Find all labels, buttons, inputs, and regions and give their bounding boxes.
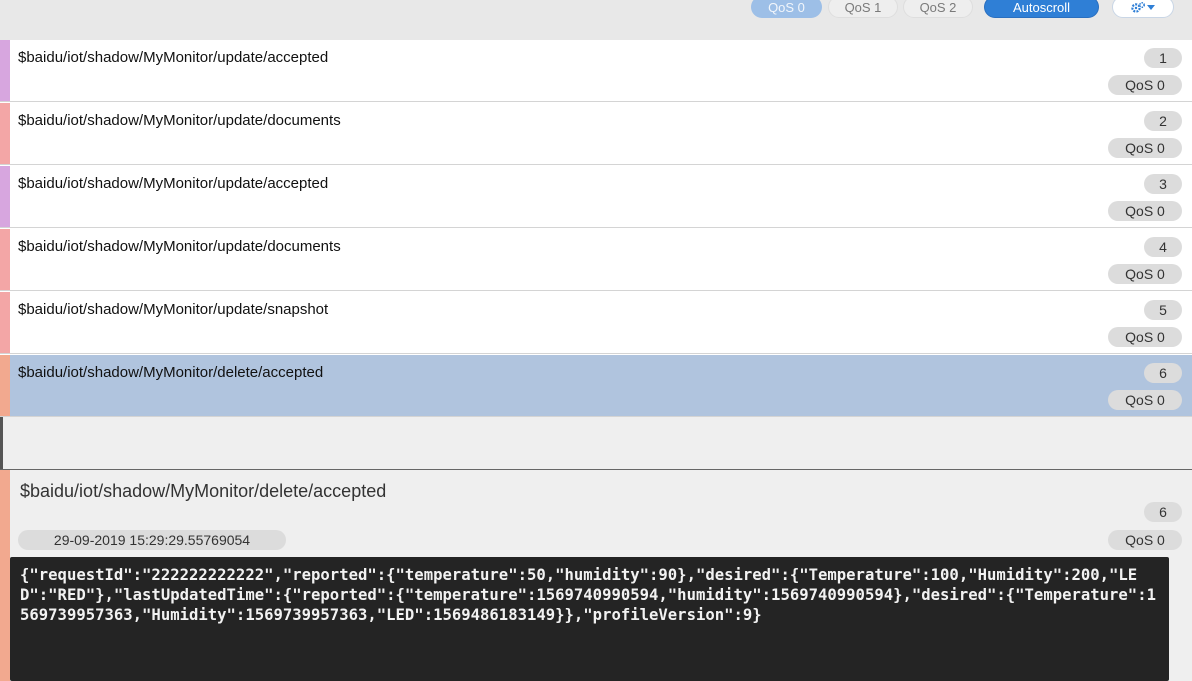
message-row-selected[interactable]: $baidu/iot/shadow/MyMonitor/delete/accep… (0, 355, 1192, 417)
message-qos-badge: QoS 0 (1108, 390, 1182, 410)
message-qos-badge: QoS 0 (1108, 264, 1182, 284)
message-index-badge: 1 (1144, 48, 1182, 68)
caret-down-icon (1147, 5, 1155, 10)
message-row[interactable]: $baidu/iot/shadow/MyMonitor/update/accep… (0, 40, 1192, 102)
topic-color-bar (0, 470, 10, 681)
message-list: $baidu/iot/shadow/MyMonitor/update/accep… (0, 40, 1192, 417)
topic-color-bar (0, 166, 10, 227)
topic-color-bar (0, 292, 10, 353)
message-topic: $baidu/iot/shadow/MyMonitor/update/accep… (18, 49, 329, 66)
qos0-filter-button[interactable]: QoS 0 (751, 0, 822, 18)
message-detail-panel: $baidu/iot/shadow/MyMonitor/delete/accep… (0, 470, 1192, 681)
topic-color-bar (0, 229, 10, 290)
topic-color-bar (0, 355, 10, 416)
message-qos-badge: QoS 0 (1108, 327, 1182, 347)
topic-color-bar (0, 103, 10, 164)
toolbar: QoS 0 QoS 1 QoS 2 Autoscroll (0, 0, 1192, 40)
detail-index-badge: 6 (1144, 502, 1182, 522)
list-empty-area (0, 417, 1192, 469)
message-qos-badge: QoS 0 (1108, 201, 1182, 221)
message-index-badge: 5 (1144, 300, 1182, 320)
message-topic: $baidu/iot/shadow/MyMonitor/update/docum… (18, 112, 341, 129)
message-topic: $baidu/iot/shadow/MyMonitor/update/accep… (18, 175, 329, 192)
detail-qos-badge: QoS 0 (1108, 530, 1182, 550)
message-row[interactable]: $baidu/iot/shadow/MyMonitor/update/docum… (0, 103, 1192, 165)
message-qos-badge: QoS 0 (1108, 138, 1182, 158)
qos1-filter-button[interactable]: QoS 1 (828, 0, 898, 18)
message-index-badge: 3 (1144, 174, 1182, 194)
settings-dropdown-button[interactable] (1112, 0, 1174, 18)
message-qos-badge: QoS 0 (1108, 75, 1182, 95)
message-topic: $baidu/iot/shadow/MyMonitor/update/snaps… (18, 301, 329, 318)
message-row[interactable]: $baidu/iot/shadow/MyMonitor/update/docum… (0, 229, 1192, 291)
message-index-badge: 6 (1144, 363, 1182, 383)
autoscroll-button[interactable]: Autoscroll (984, 0, 1099, 18)
payload-viewer[interactable]: {"requestId":"222222222222","reported":{… (10, 557, 1169, 681)
message-index-badge: 2 (1144, 111, 1182, 131)
detail-topic-title: $baidu/iot/shadow/MyMonitor/delete/accep… (20, 481, 387, 501)
message-row[interactable]: $baidu/iot/shadow/MyMonitor/update/accep… (0, 166, 1192, 228)
message-index-badge: 4 (1144, 237, 1182, 257)
gears-icon (1131, 2, 1155, 13)
message-topic: $baidu/iot/shadow/MyMonitor/delete/accep… (18, 364, 324, 381)
message-topic: $baidu/iot/shadow/MyMonitor/update/docum… (18, 238, 341, 255)
message-row[interactable]: $baidu/iot/shadow/MyMonitor/update/snaps… (0, 292, 1192, 354)
qos2-filter-button[interactable]: QoS 2 (903, 0, 973, 18)
topic-color-bar (0, 40, 10, 101)
detail-timestamp: 29-09-2019 15:29:29.55769054 (18, 530, 286, 550)
payload-text: {"requestId":"222222222222","reported":{… (20, 566, 1156, 624)
gap-edge (0, 417, 3, 469)
